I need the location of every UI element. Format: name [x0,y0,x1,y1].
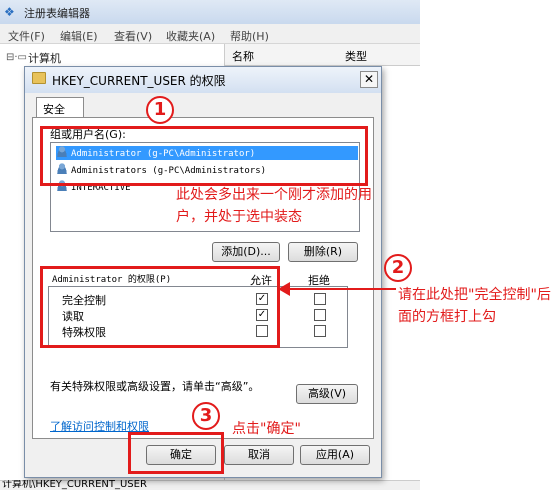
close-button[interactable]: ✕ [360,71,378,88]
apply-button[interactable]: 应用(A) [300,445,370,465]
advanced-button[interactable]: 高级(V) [296,384,358,404]
annotation-note-2: 请在此处把"完全控制"后面的方框打上勾 [398,287,551,325]
menu-favorites[interactable]: 收藏夹(A) [166,28,215,44]
annotation-note-3: 点击"确定" [232,421,301,437]
annotation-box-permissions [40,266,280,348]
step-2-badge: 2 [384,254,412,282]
status-path: 计算机\HKEY_CURRENT_USER [2,480,147,490]
annotation-arrow-left-icon [278,282,290,296]
values-column-header [225,44,420,66]
add-button[interactable]: 添加(D)... [212,242,280,262]
registry-window-title: 注册表编辑器 [24,7,90,20]
read-deny-checkbox[interactable] [314,309,326,321]
special-permissions-note: 有关特殊权限或高级设置，请单击“高级”。 [50,380,260,393]
registry-app-icon: ❖ [4,5,15,19]
menu-help[interactable]: 帮助(H) [230,28,269,44]
dialog-title: HKEY_CURRENT_USER 的权限 [52,74,226,88]
folder-icon [32,72,46,84]
step-1-badge: 1 [146,96,174,124]
menu-file[interactable]: 文件(F) [8,28,45,44]
tree-expand-icon[interactable]: ⊟·▭ [6,52,27,63]
menu-edit[interactable]: 编辑(E) [60,28,98,44]
column-name-header[interactable]: 名称 [232,48,254,64]
remove-button[interactable]: 删除(R) [288,242,358,262]
cancel-button[interactable]: 取消 [224,445,294,465]
annotation-box-ok [128,432,224,474]
tab-security-label: 安全 [43,103,65,116]
annotation-note-1: 此处会多出来一个刚才添加的用户，并处于选中装态 [176,187,372,225]
step-3-badge: 3 [192,402,220,430]
menu-view[interactable]: 查看(V) [114,28,152,44]
annotation-arrow-line [286,288,396,290]
annotation-box-user-list [40,126,368,186]
column-type-header[interactable]: 类型 [345,48,367,64]
special-deny-checkbox[interactable] [314,325,326,337]
tree-root-computer[interactable]: 计算机 [28,50,61,66]
full-control-deny-checkbox[interactable] [314,293,326,305]
